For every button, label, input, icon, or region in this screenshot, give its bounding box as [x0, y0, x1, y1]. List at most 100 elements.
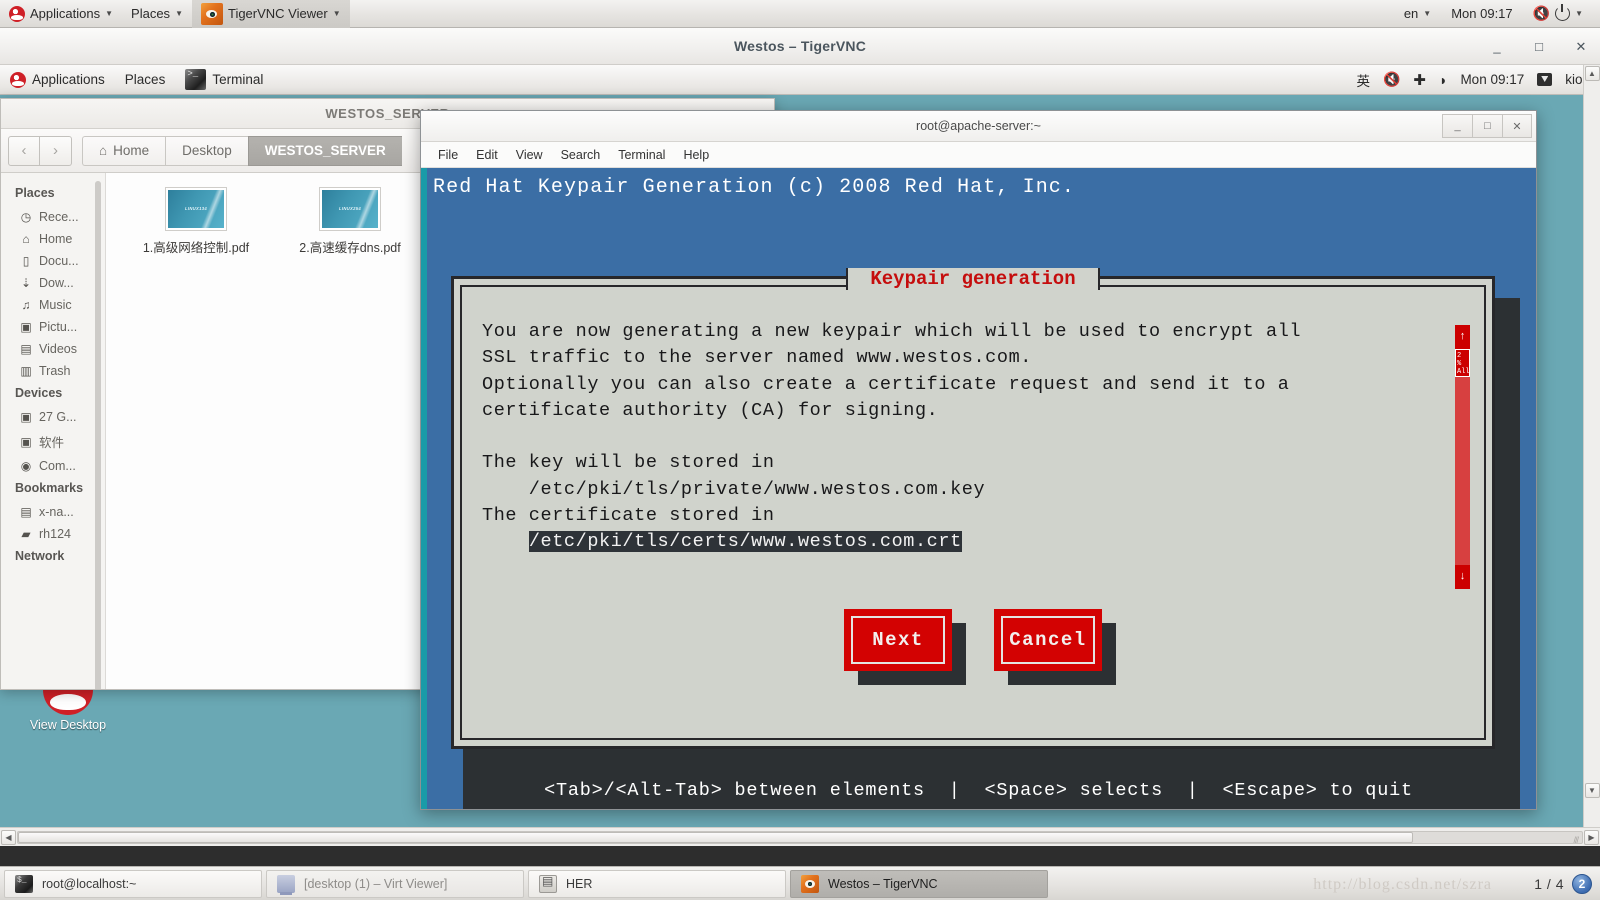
menu-edit[interactable]: Edit: [467, 148, 507, 162]
breadcrumb-item-home[interactable]: ⌂ Home: [82, 135, 166, 166]
file-item[interactable]: LINUX254 2.高速缓存dns.pdf: [286, 187, 414, 256]
sidebar-scrollbar-thumb[interactable]: [95, 181, 101, 689]
virt-viewer-icon: [277, 874, 295, 895]
sidebar-item-videos[interactable]: ▤ Videos: [1, 338, 105, 360]
scroll-right-arrow-icon[interactable]: ▶: [1584, 829, 1599, 845]
vnc-horizontal-scrollbar[interactable]: ◀ /// ▶: [0, 827, 1600, 846]
guest-places-menu[interactable]: Places: [115, 65, 176, 95]
sidebar-item-computer[interactable]: ◉ Com...: [1, 455, 105, 477]
wifi-icon[interactable]: ◗: [1439, 72, 1447, 88]
terminal-icon: [15, 874, 33, 893]
breadcrumb-label: Desktop: [182, 143, 232, 158]
chevron-down-icon: ▼: [332, 8, 341, 18]
taskbar-item-tigervnc[interactable]: Westos – TigerVNC: [790, 869, 1048, 898]
sidebar-item-label: 软件: [39, 436, 65, 450]
maximize-button[interactable]: □: [1532, 39, 1546, 54]
document-icon: ▯: [22, 254, 30, 268]
menu-search[interactable]: Search: [552, 148, 610, 162]
sidebar-item-27g[interactable]: ▣ 27 G...: [1, 406, 105, 428]
sidebar-item-downloads[interactable]: ⇣ Dow...: [1, 272, 105, 294]
minimize-button[interactable]: _: [1442, 114, 1472, 138]
drive-icon: ▣: [20, 434, 32, 449]
sidebar-item-software[interactable]: ▣ 软件: [1, 428, 105, 455]
sidebar-item-label: rh124: [39, 527, 71, 541]
file-name: 2.高速缓存dns.pdf: [299, 241, 401, 255]
workspace-indicator[interactable]: 1 / 4: [1534, 876, 1564, 892]
sidebar-item-trash[interactable]: ▥ Trash: [1, 360, 105, 382]
sidebar-item-rh124[interactable]: ▰ rh124: [1, 523, 105, 545]
sidebar-item-documents[interactable]: ▯ Docu...: [1, 250, 105, 272]
button-face[interactable]: Cancel: [994, 609, 1102, 671]
dialog-scrollbar[interactable]: ↑ 2 % All ↓: [1455, 325, 1470, 589]
host-clock[interactable]: Mon 09:17: [1442, 0, 1521, 28]
sidebar-item-label: Videos: [39, 342, 77, 356]
sidebar-item-music[interactable]: ♫ Music: [1, 294, 105, 316]
cancel-button[interactable]: Cancel: [994, 609, 1116, 685]
close-button[interactable]: ✕: [1502, 114, 1532, 138]
guest-clock-label[interactable]: Mon 09:17: [1460, 72, 1524, 87]
terminal-screen[interactable]: Red Hat Keypair Generation (c) 2008 Red …: [421, 168, 1536, 809]
sidebar-item-label: Com...: [39, 459, 76, 473]
host-applications-menu[interactable]: Applications ▼: [0, 0, 122, 28]
maximize-button[interactable]: □: [1472, 114, 1502, 138]
guest-window-terminal[interactable]: Terminal: [175, 65, 273, 95]
close-button[interactable]: ✕: [1574, 39, 1588, 55]
sidebar-item-home[interactable]: ⌂ Home: [1, 228, 105, 250]
taskbar-item-virt-viewer[interactable]: [desktop (1) – Virt Viewer]: [266, 869, 524, 898]
scroll-up-arrow-icon[interactable]: ↑: [1455, 325, 1470, 349]
bluetooth-icon[interactable]: ✚: [1413, 71, 1426, 89]
menu-help[interactable]: Help: [674, 148, 718, 162]
sidebar-scrollbar[interactable]: [95, 181, 101, 689]
menu-terminal[interactable]: Terminal: [609, 148, 674, 162]
taskbar-item-label: root@localhost:~: [42, 876, 137, 891]
host-taskbar: root@localhost:~ [desktop (1) – Virt Vie…: [0, 866, 1600, 900]
next-button[interactable]: Next: [844, 609, 966, 685]
film-icon: ▤: [20, 342, 32, 356]
next-button-label: Next: [872, 629, 924, 651]
screen: Applications ▼ Places ▼ TigerVNC Viewer …: [0, 0, 1600, 900]
terminal-title-label: root@apache-server:~: [916, 119, 1041, 133]
scroll-down-arrow-icon[interactable]: ↓: [1455, 565, 1470, 589]
scrollbar-thumb[interactable]: [18, 831, 1413, 843]
button-face[interactable]: Next: [844, 609, 952, 671]
scroll-position-marker: 2 % All: [1455, 349, 1470, 377]
breadcrumb-item-desktop[interactable]: Desktop: [165, 135, 248, 166]
host-system-menu[interactable]: 🔇 ▼: [1524, 0, 1592, 28]
host-places-menu[interactable]: Places ▼: [122, 0, 192, 28]
scrollbar-track[interactable]: ///: [17, 830, 1583, 845]
forward-button[interactable]: ›: [40, 135, 72, 166]
sidebar-item-x-na[interactable]: ▤ x-na...: [1, 501, 105, 523]
guest-applications-menu[interactable]: Applications: [0, 65, 115, 95]
cancel-button-label: Cancel: [1009, 629, 1087, 651]
back-button[interactable]: ‹: [8, 135, 40, 166]
dialog-selected-path[interactable]: /etc/pki/tls/certs/www.westos.com.crt: [528, 531, 962, 553]
volume-muted-icon[interactable]: 🔇: [1383, 71, 1400, 88]
scroll-up-arrow-icon[interactable]: ▲: [1584, 66, 1600, 81]
breadcrumb-item-westos-server[interactable]: WESTOS_SERVER: [247, 135, 402, 166]
file-thumbnail: LINUX134: [165, 187, 227, 231]
taskbar-item-label: [desktop (1) – Virt Viewer]: [304, 876, 448, 891]
menu-view[interactable]: View: [507, 148, 552, 162]
taskbar-item-label: Westos – TigerVNC: [828, 876, 938, 891]
sidebar-item-recent[interactable]: ◷ Rece...: [1, 206, 105, 228]
her-icon: [539, 874, 557, 893]
sidebar-item-label: x-na...: [39, 505, 74, 519]
file-item[interactable]: LINUX134 1.高级网络控制.pdf: [132, 187, 260, 256]
taskbar-item-her[interactable]: HER: [528, 869, 786, 898]
taskbar-item-terminal[interactable]: root@localhost:~: [4, 869, 262, 898]
scroll-left-arrow-icon[interactable]: ◀: [1, 829, 16, 845]
sidebar-item-pictures[interactable]: ▣ Pictu...: [1, 316, 105, 338]
vnc-title-bar[interactable]: Westos – TigerVNC _ □ ✕: [0, 28, 1600, 65]
keyboard-layout-indicator[interactable]: en ▼: [1395, 0, 1440, 28]
host-window-menu-tigervnc[interactable]: TigerVNC Viewer ▼: [191, 0, 350, 28]
terminal-title-bar[interactable]: root@apache-server:~ _ □ ✕: [421, 111, 1536, 142]
workspace-badge[interactable]: 2: [1572, 873, 1592, 894]
scroll-down-arrow-icon[interactable]: ▼: [1584, 783, 1600, 798]
sidebar-item-label: Docu...: [39, 254, 79, 268]
input-method-indicator[interactable]: 英: [1356, 70, 1370, 90]
sidebar-header-devices: Devices: [15, 386, 63, 400]
minimize-button[interactable]: _: [1490, 39, 1504, 54]
menu-file[interactable]: File: [429, 148, 467, 162]
chevron-down-icon: ▼: [105, 8, 114, 18]
vnc-vertical-scrollbar[interactable]: ▲ ▼: [1583, 65, 1600, 846]
